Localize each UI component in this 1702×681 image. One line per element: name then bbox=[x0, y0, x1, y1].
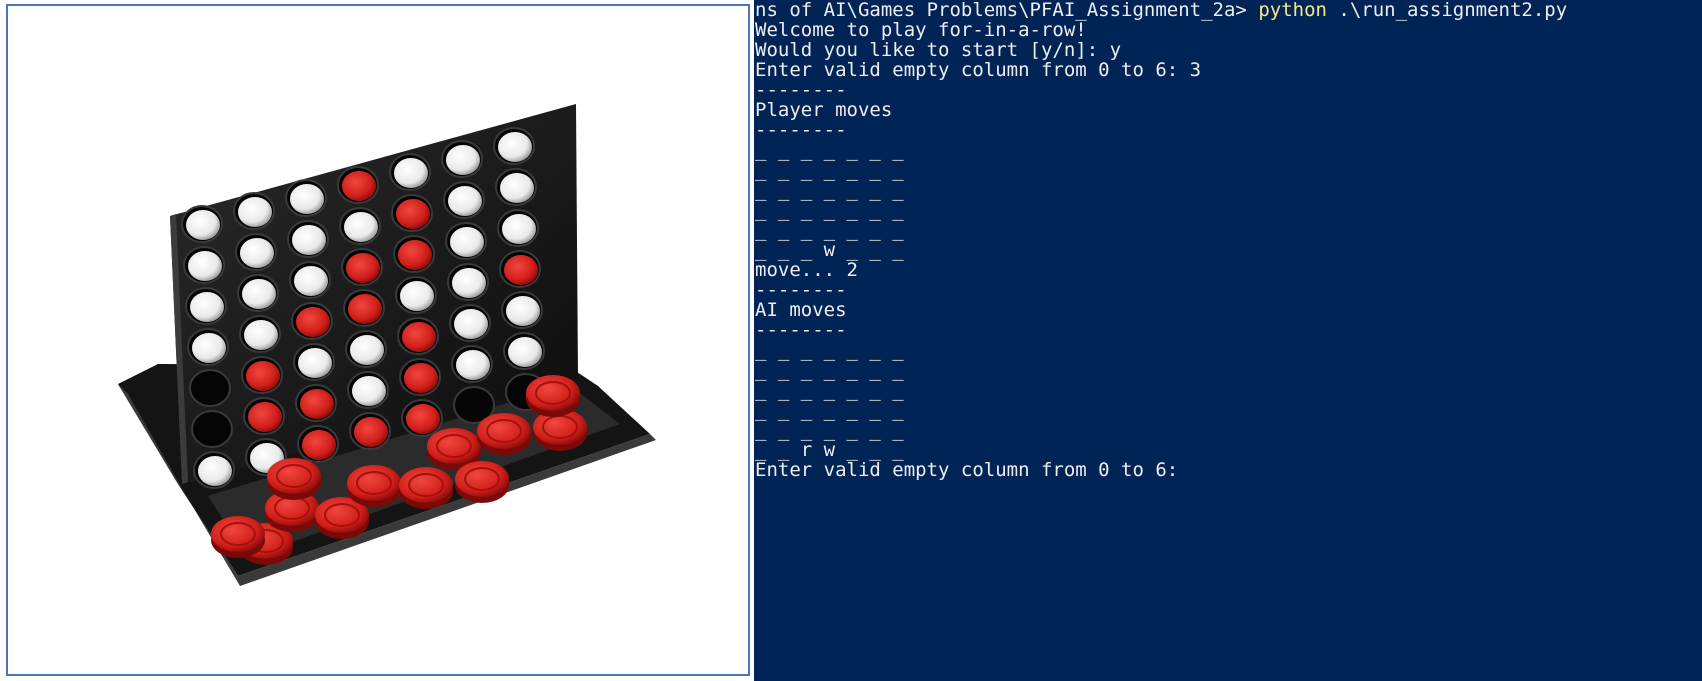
red-disc bbox=[296, 307, 330, 337]
terminal-line: _ _ _ _ _ _ _ bbox=[755, 199, 904, 221]
red-disc bbox=[406, 404, 440, 434]
red-disc bbox=[342, 171, 376, 201]
terminal-line: Welcome to play for-in-a-row! bbox=[755, 19, 1087, 41]
terminal-line: Player moves bbox=[755, 99, 893, 121]
command-args: .\run_assignment2.py bbox=[1326, 0, 1568, 21]
red-disc bbox=[300, 389, 334, 419]
red-disc bbox=[398, 240, 432, 270]
white-disc bbox=[350, 335, 384, 365]
loose-red-disc bbox=[526, 375, 580, 417]
white-disc bbox=[290, 184, 324, 214]
loose-red-disc bbox=[455, 461, 509, 503]
white-disc bbox=[198, 456, 232, 486]
terminal-line: _ _ _ _ _ _ _ bbox=[755, 159, 904, 181]
white-disc bbox=[502, 214, 536, 244]
white-disc bbox=[394, 158, 428, 188]
white-disc bbox=[244, 320, 278, 350]
white-disc bbox=[186, 210, 220, 240]
white-disc bbox=[188, 251, 222, 281]
red-disc bbox=[348, 294, 382, 324]
white-disc bbox=[352, 376, 386, 406]
board-hole bbox=[191, 410, 233, 448]
loose-red-disc bbox=[211, 516, 265, 558]
white-disc bbox=[450, 227, 484, 257]
terminal-line: _ _ _ _ _ _ _ bbox=[755, 179, 904, 201]
loose-red-disc bbox=[477, 413, 531, 455]
terminal-line: -------- bbox=[755, 119, 847, 141]
terminal-line: _ _ _ _ _ _ _ bbox=[755, 399, 904, 421]
powershell-terminal[interactable]: ns of AI\Games Problems\PFAI_Assignment_… bbox=[754, 0, 1702, 681]
white-disc bbox=[448, 186, 482, 216]
loose-red-disc bbox=[347, 465, 401, 507]
white-disc bbox=[292, 225, 326, 255]
connect-four-board-photo bbox=[118, 104, 656, 586]
terminal-line: -------- bbox=[755, 279, 847, 301]
command-name: python bbox=[1258, 0, 1327, 21]
loose-red-disc bbox=[399, 467, 453, 509]
prompt-path: ns of AI\Games Problems\PFAI_Assignment_… bbox=[755, 0, 1259, 21]
terminal-line: _ _ _ _ _ _ _ bbox=[755, 219, 904, 241]
terminal-line: _ _ _ _ _ _ _ bbox=[755, 419, 904, 441]
terminal-line: Enter valid empty column from 0 to 6: bbox=[755, 459, 1179, 481]
terminal-line: Enter valid empty column from 0 to 6: 3 bbox=[755, 59, 1202, 81]
board-hole bbox=[189, 369, 231, 407]
white-disc bbox=[242, 279, 276, 309]
white-disc bbox=[508, 337, 542, 367]
connect-four-image-panel bbox=[6, 4, 750, 676]
white-disc bbox=[498, 132, 532, 162]
loose-red-disc bbox=[267, 458, 321, 500]
red-disc bbox=[396, 199, 430, 229]
terminal-line: -------- bbox=[755, 79, 847, 101]
white-disc bbox=[400, 281, 434, 311]
red-disc bbox=[404, 363, 438, 393]
white-disc bbox=[456, 350, 490, 380]
terminal-line: _ _ r w _ _ _ bbox=[755, 439, 904, 461]
terminal-line: move... 2 bbox=[755, 259, 858, 281]
terminal-line: -------- bbox=[755, 319, 847, 341]
terminal-line: _ _ _ w _ _ _ bbox=[755, 239, 904, 261]
white-disc bbox=[190, 292, 224, 322]
white-disc bbox=[240, 238, 274, 268]
terminal-line: AI moves bbox=[755, 299, 847, 321]
red-disc bbox=[346, 253, 380, 283]
white-disc bbox=[454, 309, 488, 339]
red-disc bbox=[354, 417, 388, 447]
white-disc bbox=[192, 333, 226, 363]
white-disc bbox=[238, 197, 272, 227]
white-disc bbox=[452, 268, 486, 298]
white-disc bbox=[344, 212, 378, 242]
terminal-line: _ _ _ _ _ _ _ bbox=[755, 359, 904, 381]
terminal-line: Would you like to start [y/n]: y bbox=[755, 39, 1122, 61]
prompt-line: ns of AI\Games Problems\PFAI_Assignment_… bbox=[755, 0, 1702, 20]
terminal-line: _ _ _ _ _ _ _ bbox=[755, 339, 904, 361]
white-disc bbox=[294, 266, 328, 296]
red-disc bbox=[402, 322, 436, 352]
white-disc bbox=[500, 173, 534, 203]
white-disc bbox=[446, 145, 480, 175]
terminal-line: _ _ _ _ _ _ _ bbox=[755, 139, 904, 161]
red-disc bbox=[248, 402, 282, 432]
terminal-line: _ _ _ _ _ _ _ bbox=[755, 379, 904, 401]
white-disc bbox=[506, 296, 540, 326]
red-disc bbox=[302, 430, 336, 460]
red-disc bbox=[246, 361, 280, 391]
white-disc bbox=[298, 348, 332, 378]
red-disc bbox=[504, 255, 538, 285]
terminal-output: ns of AI\Games Problems\PFAI_Assignment_… bbox=[754, 0, 1702, 480]
